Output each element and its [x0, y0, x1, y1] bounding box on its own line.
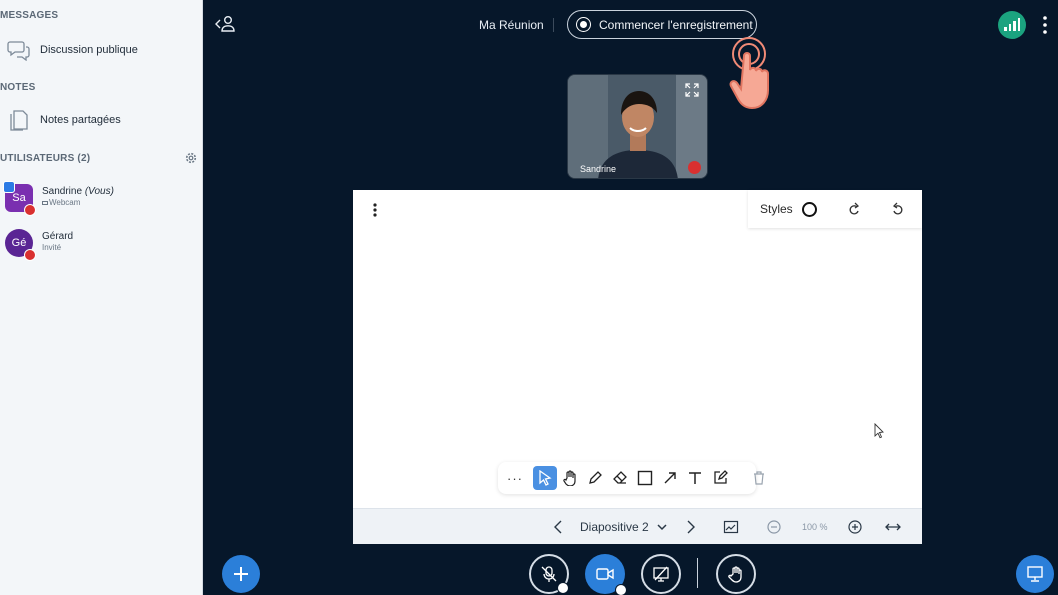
chevron-up-icon[interactable]: [557, 582, 569, 594]
record-label: Commencer l'enregistrement: [599, 17, 753, 32]
record-icon: [576, 17, 591, 32]
whiteboard[interactable]: Styles ··· Diapositive 2 100 %: [353, 190, 922, 544]
pan-hand-icon[interactable]: [558, 466, 582, 490]
user-row-gerard[interactable]: Gé Gérard Invité: [0, 225, 200, 265]
webcam-video[interactable]: Sandrine: [567, 74, 708, 179]
sidebar: MESSAGES Discussion publique NOTES Notes…: [0, 0, 203, 595]
fit-width-icon[interactable]: [885, 519, 901, 535]
muted-mic-icon: [24, 249, 36, 261]
screenshare-button[interactable]: [641, 554, 681, 594]
meeting-name: Ma Réunion: [479, 18, 544, 32]
arrow-icon[interactable]: [658, 466, 682, 490]
slide-label: Diapositive 2: [580, 520, 649, 534]
shared-notes-label: Notes partagées: [40, 114, 121, 126]
muted-mic-icon: [688, 161, 701, 174]
stroke-style-icon[interactable]: [801, 201, 817, 217]
styles-button[interactable]: Styles: [760, 202, 793, 216]
user-row-sandrine[interactable]: Sa Sandrine (Vous) Webcam: [0, 180, 200, 220]
connection-status-icon[interactable]: [998, 11, 1026, 39]
public-chat-item[interactable]: Discussion publique: [0, 32, 200, 68]
divider: [553, 18, 554, 32]
trash-icon[interactable]: [752, 470, 766, 486]
public-chat-label: Discussion publique: [40, 44, 138, 56]
whiteboard-toggle-icon[interactable]: [723, 519, 739, 535]
webcam-mini-icon: [42, 201, 48, 205]
chevron-down-icon: [657, 520, 667, 534]
user-name: Gérard: [42, 231, 74, 242]
undo-icon[interactable]: [891, 201, 905, 215]
muted-mic-icon: [541, 566, 557, 582]
unmute-button[interactable]: [529, 554, 569, 594]
toggle-userlist-button[interactable]: [214, 14, 238, 34]
presentation-icon: [1027, 566, 1043, 582]
chevron-up-icon[interactable]: [615, 584, 627, 595]
plus-icon: [234, 567, 248, 581]
pencil-icon[interactable]: [583, 466, 607, 490]
text-icon[interactable]: [683, 466, 707, 490]
gear-icon[interactable]: [184, 151, 198, 165]
more-tools-button[interactable]: ···: [498, 466, 532, 490]
users-title: UTILISATEURS (2): [0, 153, 91, 164]
mouse-cursor-icon: [874, 422, 884, 439]
camera-icon: [596, 568, 614, 580]
select-tool-icon[interactable]: [533, 466, 557, 490]
rectangle-icon[interactable]: [633, 466, 657, 490]
tap-hand-icon: [724, 34, 788, 112]
zoom-out-icon[interactable]: [766, 519, 782, 535]
user-name: Sandrine (Vous): [42, 186, 114, 197]
shared-notes-item[interactable]: Notes partagées: [0, 102, 200, 138]
previous-slide-icon[interactable]: [552, 519, 566, 535]
styles-panel: Styles: [748, 190, 922, 228]
muted-mic-icon: [24, 204, 36, 216]
actions-button[interactable]: [222, 555, 260, 593]
divider: [697, 558, 698, 588]
drawing-toolbar: ···: [498, 462, 756, 494]
more-options-icon[interactable]: [1040, 14, 1050, 36]
user-status: Webcam: [42, 198, 80, 207]
zoom-in-icon[interactable]: [847, 519, 863, 535]
redo-icon[interactable]: [847, 201, 861, 215]
notes-icon: [2, 105, 36, 135]
notes-title: NOTES: [0, 82, 36, 93]
note-icon[interactable]: [708, 466, 732, 490]
user-role: Invité: [42, 243, 62, 252]
slide-selector[interactable]: Diapositive 2: [580, 519, 667, 535]
presenter-icon: [3, 181, 15, 193]
screenshare-off-icon: [653, 566, 669, 582]
webcam-button[interactable]: [585, 554, 627, 595]
eraser-icon[interactable]: [608, 466, 632, 490]
raise-hand-button[interactable]: [716, 554, 756, 594]
expand-icon[interactable]: [685, 83, 699, 97]
zoom-level: 100 %: [802, 522, 828, 532]
next-slide-icon[interactable]: [683, 519, 697, 535]
messages-title: MESSAGES: [0, 10, 59, 21]
presentation-toggle-button[interactable]: [1016, 555, 1054, 593]
board-menu-icon[interactable]: [371, 202, 379, 218]
hand-icon: [728, 566, 742, 583]
webcam-user-name: Sandrine: [580, 164, 617, 174]
chat-icon: [2, 35, 36, 65]
presentation-footer: Diapositive 2 100 %: [353, 508, 922, 544]
